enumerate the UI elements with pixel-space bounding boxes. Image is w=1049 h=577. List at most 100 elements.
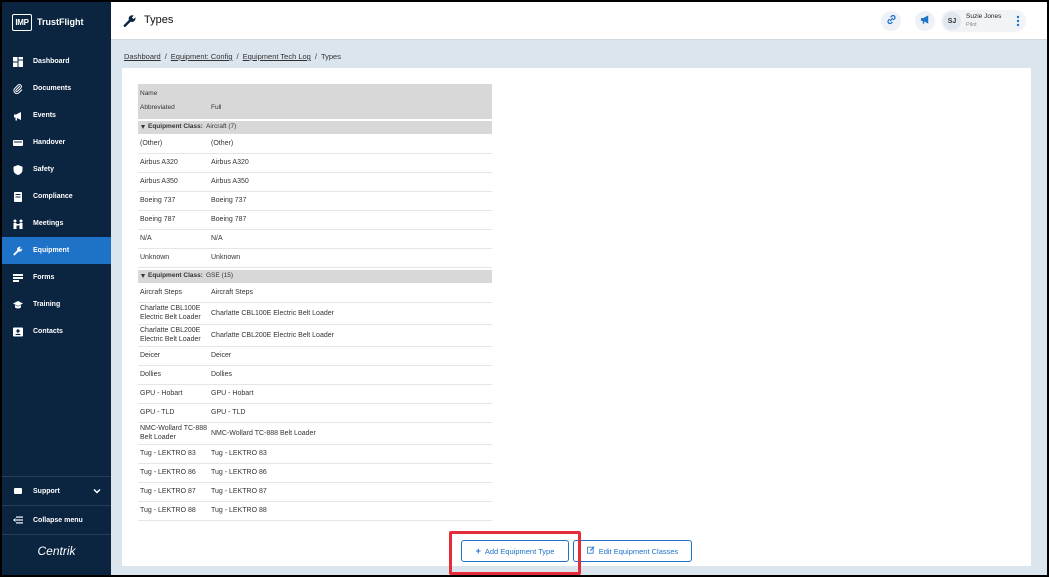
cell-abbreviated: Boeing 737	[140, 197, 176, 204]
breadcrumb-link[interactable]: Dashboard	[124, 52, 161, 61]
table-row[interactable]: (Other) (Other)	[138, 135, 492, 154]
sidebar-item-compliance[interactable]: Compliance	[2, 183, 111, 210]
table-row[interactable]: Boeing 737 Boeing 737	[138, 192, 492, 211]
sidebar-item-equipment[interactable]: Equipment	[2, 237, 111, 264]
sidebar-item-meetings[interactable]: Meetings	[2, 210, 111, 237]
compliance-icon	[12, 191, 24, 203]
graduation-cap-icon	[12, 299, 24, 311]
announcements-button[interactable]	[915, 11, 935, 31]
add-equipment-type-label: Add Equipment Type	[484, 546, 555, 556]
link-button[interactable]	[881, 11, 901, 31]
table-row[interactable]: Boeing 787 Boeing 787	[138, 211, 492, 230]
sidebar-item-label: Training	[33, 301, 61, 308]
brand-logo[interactable]: IMP TrustFlight	[12, 12, 84, 32]
sidebar: IMP TrustFlight Dashboard Documents Events…	[2, 2, 111, 575]
cell-abbreviated: Dollies	[140, 371, 162, 378]
sidebar-item-training[interactable]: Training	[2, 291, 111, 318]
add-equipment-type-button[interactable]: + Add Equipment Type	[461, 540, 569, 562]
cell-full: GPU - TLD	[211, 409, 246, 416]
imp-logo: IMP	[12, 13, 32, 31]
table-row[interactable]: Airbus A350 Airbus A350	[138, 173, 492, 192]
breadcrumb-separator: /	[164, 52, 167, 61]
sidebar-item-forms[interactable]: Forms	[2, 264, 111, 291]
column-group-name: Name	[140, 90, 158, 97]
sidebar-item-dashboard[interactable]: Dashboard	[2, 48, 111, 75]
cell-full: Airbus A350	[211, 178, 249, 185]
edit-equipment-classes-button[interactable]: Edit Equipment Classes	[573, 540, 692, 562]
cell-abbreviated: Charlatte CBL200E Electric Belt Loader	[140, 327, 201, 343]
table-row[interactable]: NMC-Wollard TC-888 Belt Loader NMC-Wollar…	[138, 423, 492, 445]
table-row[interactable]: Aircraft Steps Aircraft Steps	[138, 284, 492, 303]
table-row[interactable]: Charlatte CBL200E Electric Belt Loader Ch…	[138, 325, 492, 347]
sidebar-item-documents[interactable]: Documents	[2, 75, 111, 102]
cell-abbreviated: Charlatte CBL100E Electric Belt Loader	[140, 305, 201, 321]
chevron-down-icon	[93, 487, 101, 495]
table-row[interactable]: Tug - LEKTRO 88 Tug - LEKTRO 88	[138, 502, 492, 521]
breadcrumb-link[interactable]: Equipment Tech Log	[243, 52, 311, 61]
cell-full: Tug - LEKTRO 86	[211, 469, 267, 476]
more-vertical-icon[interactable]	[1014, 14, 1022, 28]
column-header-full[interactable]: Full	[211, 104, 221, 111]
cell-abbreviated: Unknown	[140, 254, 170, 261]
breadcrumb-separator: /	[314, 52, 317, 61]
shield-icon	[12, 164, 24, 176]
sidebar-item-label: Forms	[33, 274, 55, 281]
cell-full: Charlatte CBL200E Electric Belt Loader	[211, 332, 334, 339]
table-row[interactable]: Airbus A320 Airbus A320	[138, 154, 492, 173]
sidebar-item-label: Equipment	[33, 247, 70, 254]
table-row[interactable]: GPU - TLD GPU - TLD	[138, 404, 492, 423]
cell-abbreviated: Boeing 787	[140, 216, 176, 223]
breadcrumb-current: Types	[320, 52, 341, 61]
link-icon	[886, 12, 897, 30]
cell-full: Boeing 787	[211, 216, 247, 223]
table-row[interactable]: Tug - LEKTRO 87 Tug - LEKTRO 87	[138, 483, 492, 502]
cell-full: Tug - LEKTRO 88	[211, 507, 267, 514]
breadcrumb: Dashboard / Equipment: Config / Equipment Te…	[124, 52, 341, 61]
centrik-logo: Centrik	[37, 544, 76, 558]
breadcrumb-separator: /	[236, 52, 239, 61]
cell-abbreviated: Airbus A320	[140, 159, 178, 166]
content-card: Name Abbreviated Full Equipment Class: Ai…	[122, 68, 1031, 575]
sidebar-item-label: Dashboard	[33, 58, 70, 65]
column-header-abbreviated[interactable]: Abbreviated	[140, 104, 175, 111]
collapse-menu-button[interactable]: Collapse menu	[2, 506, 111, 534]
group-row[interactable]: Equipment Class: GSE (15)	[138, 270, 492, 283]
caret-down-icon	[141, 125, 145, 129]
sidebar-item-label: Handover	[33, 139, 66, 146]
table-row[interactable]: Tug - LEKTRO 83 Tug - LEKTRO 83	[138, 445, 492, 464]
sidebar-item-events[interactable]: Events	[2, 102, 111, 129]
sidebar-item-label: Documents	[33, 85, 72, 92]
sidebar-item-safety[interactable]: Safety	[2, 156, 111, 183]
group-value: GSE (15)	[206, 272, 234, 279]
wrench-icon	[123, 14, 137, 28]
table-row[interactable]: Tug - LEKTRO 86 Tug - LEKTRO 86	[138, 464, 492, 483]
paperclip-icon	[12, 83, 24, 95]
user-menu[interactable]: SJ Suzie Jones Pilot	[941, 10, 1026, 32]
table-row[interactable]: GPU - Hobart GPU - Hobart	[138, 385, 492, 404]
cell-abbreviated: GPU - Hobart	[140, 390, 183, 397]
plus-icon: +	[475, 546, 481, 556]
table-header: Name Abbreviated Full	[138, 84, 492, 119]
sidebar-item-contacts[interactable]: Contacts	[2, 318, 111, 345]
dashboard-icon	[12, 56, 24, 68]
wrench-icon	[12, 245, 24, 257]
table-row[interactable]: Unknown Unknown	[138, 249, 492, 268]
sidebar-item-label: Safety	[33, 166, 55, 173]
group-row[interactable]: Equipment Class: Aircraft (7)	[138, 121, 492, 134]
sidebar-item-support[interactable]: Support	[2, 477, 111, 505]
cell-abbreviated: Tug - LEKTRO 86	[140, 469, 196, 476]
breadcrumb-link[interactable]: Equipment: Config	[171, 52, 233, 61]
table-row[interactable]: N/A N/A	[138, 230, 492, 249]
sidebar-item-label: Contacts	[33, 328, 63, 335]
support-icon	[12, 485, 24, 497]
edit-equipment-classes-label: Edit Equipment Classes	[598, 546, 679, 556]
cell-full: GPU - Hobart	[211, 390, 254, 397]
cell-full: Dollies	[211, 371, 233, 378]
cell-full: Tug - LEKTRO 87	[211, 488, 267, 495]
table-row[interactable]: Dollies Dollies	[138, 366, 492, 385]
table-row[interactable]: Charlatte CBL100E Electric Belt Loader Ch…	[138, 303, 492, 325]
table-row[interactable]: Deicer Deicer	[138, 347, 492, 366]
handover-icon	[12, 137, 24, 149]
sidebar-item-handover[interactable]: Handover	[2, 129, 111, 156]
sidebar-nav: Dashboard Documents Events Handover Safety Co…	[2, 48, 111, 345]
